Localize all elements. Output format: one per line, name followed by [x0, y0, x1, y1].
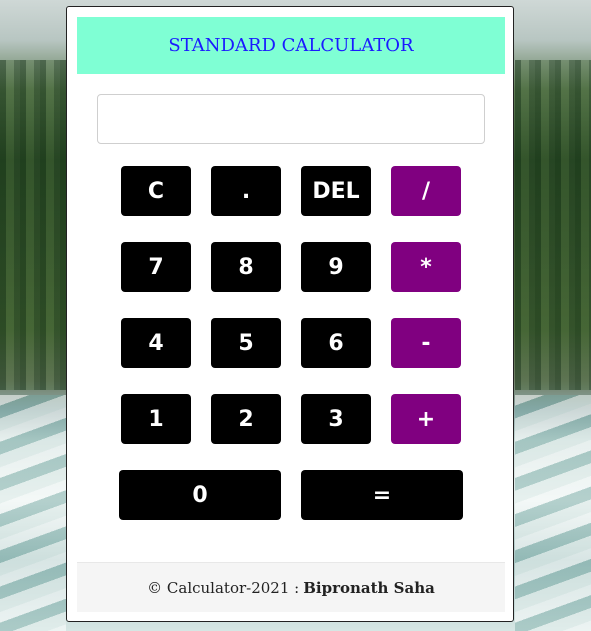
calculator-title: STANDARD CALCULATOR — [77, 17, 505, 74]
clear-button[interactable]: C — [121, 166, 191, 216]
digit-0-button[interactable]: 0 — [119, 470, 281, 520]
digit-1-button[interactable]: 1 — [121, 394, 191, 444]
footer-copyright: © Calculator-2021 : — [147, 578, 300, 597]
digit-7-button[interactable]: 7 — [121, 242, 191, 292]
decimal-button[interactable]: . — [211, 166, 281, 216]
divide-button[interactable]: / — [391, 166, 461, 216]
background-water-right — [515, 395, 591, 631]
digit-4-button[interactable]: 4 — [121, 318, 191, 368]
background-trees-right — [515, 60, 591, 390]
digit-9-button[interactable]: 9 — [301, 242, 371, 292]
background-trees-left — [0, 60, 66, 390]
digit-3-button[interactable]: 3 — [301, 394, 371, 444]
footer: © Calculator-2021 : Bipronath Saha — [77, 562, 505, 612]
background-water-left — [0, 395, 66, 631]
calculator-card: STANDARD CALCULATOR C . DEL / 7 8 9 * 4 … — [66, 6, 514, 622]
calculator-display[interactable] — [97, 94, 485, 144]
digit-6-button[interactable]: 6 — [301, 318, 371, 368]
digit-5-button[interactable]: 5 — [211, 318, 281, 368]
multiply-button[interactable]: * — [391, 242, 461, 292]
add-button[interactable]: + — [391, 394, 461, 444]
digit-8-button[interactable]: 8 — [211, 242, 281, 292]
digit-2-button[interactable]: 2 — [211, 394, 281, 444]
delete-button[interactable]: DEL — [301, 166, 371, 216]
footer-author: Bipronath Saha — [303, 578, 435, 597]
equals-button[interactable]: = — [301, 470, 463, 520]
subtract-button[interactable]: - — [391, 318, 461, 368]
